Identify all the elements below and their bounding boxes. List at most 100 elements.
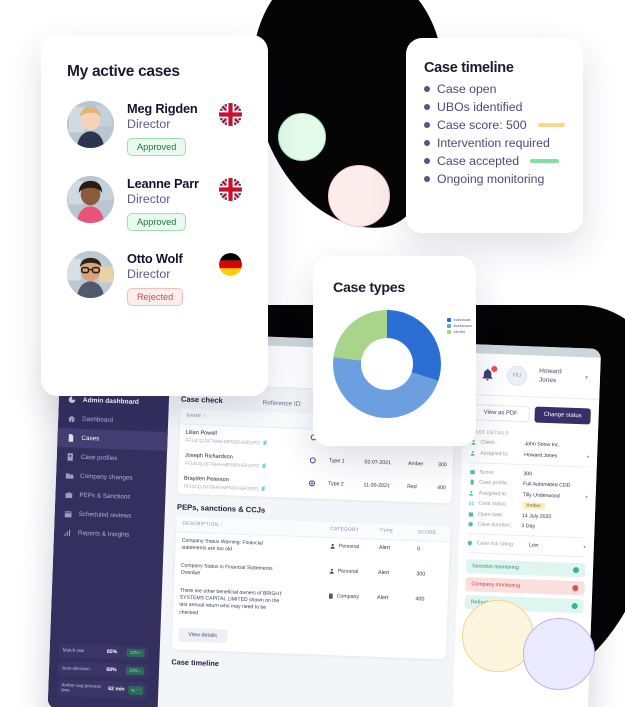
divider xyxy=(466,552,586,558)
field-client: Client: John Snow Inc. xyxy=(470,439,589,449)
peps-description: Company Status Warning: Financial statem… xyxy=(181,537,263,553)
field-open-date: Open date: 14 July 2020 xyxy=(468,511,587,521)
person-role: Director xyxy=(127,267,171,281)
case-person-info: Meg Rigden Director Approved xyxy=(127,101,198,156)
status-dot-green-icon xyxy=(571,602,578,610)
case-name-cell: Brayden Peterson FF14CQ-DF76HN-MP93DI-ER… xyxy=(178,470,304,498)
stat-delta: 12% ↑ xyxy=(126,648,145,657)
my-active-cases-card: My active cases Meg Rigden Director Appr… xyxy=(41,35,268,396)
sidebar-item-label: Cases xyxy=(81,434,100,443)
folder-icon xyxy=(65,471,74,480)
chevron-down-icon[interactable]: ▾ xyxy=(585,494,588,500)
rail-actions: View as PDF Change status xyxy=(471,404,591,425)
status-dot-red-icon xyxy=(572,584,579,592)
field-value: John Snow Inc. xyxy=(524,441,561,449)
field-label: Score: xyxy=(479,468,495,476)
person-icon xyxy=(329,568,335,574)
case-types-title: Case types xyxy=(333,280,405,296)
view-as-pdf-button[interactable]: View as PDF xyxy=(471,404,530,423)
column-header-category: CATEGORY xyxy=(323,521,374,540)
legend-item: Individuals xyxy=(447,318,472,322)
company-monitoring-row[interactable]: Company monitoring xyxy=(465,577,585,596)
chart-icon xyxy=(63,528,72,537)
peps-category-label: Personal xyxy=(337,568,359,575)
case-check-title: Case check xyxy=(180,394,223,406)
timeline-item: Case open xyxy=(424,82,565,96)
trend-flat-icon: ⋯ xyxy=(135,687,141,693)
chevron-down-icon[interactable]: ▾ xyxy=(583,544,586,550)
assign-icon xyxy=(470,450,476,456)
field-value: Full Automated CDD xyxy=(522,481,571,489)
case-timeline-title: Case timeline xyxy=(424,60,514,76)
column-header-score: SCORE xyxy=(411,525,451,542)
view-details-button[interactable]: View details xyxy=(178,627,228,644)
peps-type: Alert xyxy=(377,594,389,601)
building-icon xyxy=(328,593,334,599)
case-person-info: Leanne Parr Director Approved xyxy=(127,176,199,231)
sidebar-brand-label: Admin dashboard xyxy=(82,396,140,406)
gb-flag-icon xyxy=(219,103,242,126)
status-badge: Approved xyxy=(127,213,187,231)
avatar xyxy=(67,101,114,148)
donut-hole xyxy=(361,338,413,390)
sanction-monitoring-row[interactable]: Sanction monitoring xyxy=(465,559,586,578)
legend-swatch xyxy=(447,318,451,322)
chevron-down-icon[interactable]: ▾ xyxy=(587,454,590,460)
trend-up-icon: ↑ xyxy=(139,650,142,656)
sidebar-item-label: Case profiles xyxy=(80,453,118,463)
case-person-row[interactable]: Otto Wolf Director Rejected xyxy=(67,251,242,306)
decorative-circle-green xyxy=(278,113,326,161)
field-value: Low xyxy=(528,542,539,549)
case-person-row[interactable]: Leanne Parr Director Approved xyxy=(67,176,242,231)
peps-score: 300 xyxy=(416,570,426,578)
stat-value: 85% xyxy=(106,648,118,655)
column-header-label: DESCRIPTION xyxy=(182,521,219,528)
peps-description: There are other beneficial owners of BRI… xyxy=(179,587,283,616)
column-header-label: NAME xyxy=(186,413,202,420)
peps-table-card: DESCRIPTION ↑ CATEGORY TYPE SCORE Compan… xyxy=(171,516,451,660)
peps-category-cell: Company xyxy=(321,587,372,628)
legend-label: Individuals xyxy=(453,318,471,322)
peps-category-label: Company xyxy=(336,592,360,600)
copy-icon[interactable] xyxy=(262,463,268,469)
legend-label: Identity xyxy=(453,330,466,334)
chevron-down-icon[interactable]: ▾ xyxy=(585,374,588,381)
field-case-profile: Case profile: Full Automated CDD xyxy=(469,479,588,489)
row-select-cell[interactable] xyxy=(302,475,322,499)
sidebar-item-reports-insights[interactable]: Reports & Insights xyxy=(54,523,165,546)
timeline-item: Case accepted xyxy=(424,154,565,168)
field-value-wrap: Amber xyxy=(522,501,587,510)
peps-score: 400 xyxy=(415,595,425,603)
field-assigned-to[interactable]: Assigned to: Tilly Underwood ▾ xyxy=(469,490,588,500)
sidebar-stats: Match rate 85% 12% ↑ Auto-decision 68% 12… xyxy=(57,642,149,704)
radio-button-selected[interactable] xyxy=(308,480,316,487)
bell-icon[interactable] xyxy=(480,364,499,382)
field-label: Case risk rating xyxy=(476,540,514,548)
legend-item: Businesses xyxy=(447,324,472,328)
radio-button[interactable] xyxy=(309,457,316,464)
field-label: Case profile: xyxy=(479,479,509,487)
copy-icon[interactable] xyxy=(263,440,269,446)
timeline-item: Case score: 500 xyxy=(424,118,565,132)
change-status-button[interactable]: Change status xyxy=(534,406,591,425)
field-case-risk-rating[interactable]: Case risk rating Low ▾ xyxy=(467,540,586,550)
stat-value: 62 min xyxy=(108,686,125,693)
decorative-circle-pink xyxy=(328,165,390,227)
stat-match-rate: Match rate 85% 12% ↑ xyxy=(58,642,149,661)
case-person-row[interactable]: Meg Rigden Director Approved xyxy=(67,101,242,156)
row-select-cell[interactable] xyxy=(303,452,323,476)
sidebar-item-label: PEPs & Sanctions xyxy=(79,491,131,501)
sidebar-item-label: Scheduled reviews xyxy=(78,510,132,520)
stat-delta: 12% ↓ xyxy=(126,666,145,675)
case-types-card: Case types Individuals Businesses Identi… xyxy=(313,256,476,446)
divider xyxy=(467,533,587,539)
person-name: Otto Wolf xyxy=(127,251,183,266)
stat-label: Amber avg process time xyxy=(61,681,102,693)
timeline-label: Case open xyxy=(437,82,497,96)
copy-icon[interactable] xyxy=(261,485,267,492)
timeline-item: UBOs identified xyxy=(424,100,565,114)
column-header-type: TYPE xyxy=(373,523,413,541)
field-assigned-to-top[interactable]: Assigned to: Howard Jones ▾ xyxy=(470,450,589,460)
de-flag-icon xyxy=(219,253,242,276)
person-icon xyxy=(330,543,336,549)
